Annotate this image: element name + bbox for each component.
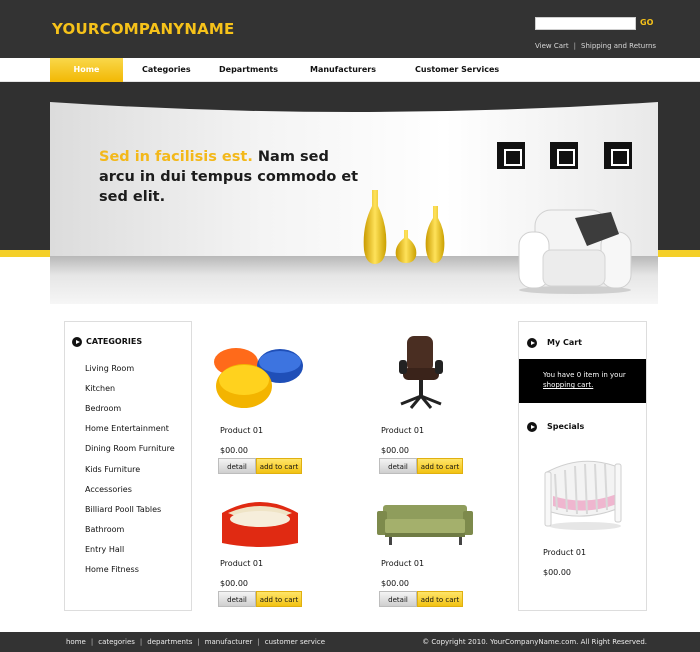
add-to-cart-button[interactable]: add to cart — [256, 591, 302, 607]
top-links: View Cart | Shipping and Returns — [535, 42, 656, 50]
footer: home | categories | departments | manufacturer… — [0, 632, 700, 652]
cart-summary-text: You have 0 item in your — [543, 371, 626, 379]
nav-home[interactable]: Home — [50, 58, 123, 82]
hero-banner: Sed in facilisis est. Nam sed arcu in du… — [50, 96, 658, 304]
my-cart-title: My Cart — [547, 338, 582, 347]
specials-title: Specials — [547, 422, 585, 431]
product-image[interactable] — [218, 497, 302, 551]
bullet-arrow-icon — [72, 337, 82, 347]
categories-panel: CATEGORIES Living Room Kitchen Bedroom H… — [64, 321, 192, 611]
product-name[interactable]: Product 01 — [220, 426, 263, 435]
hero-highlight: Sed in facilisis est. — [99, 149, 253, 165]
category-accessories[interactable]: Accessories — [85, 485, 132, 494]
product-price: $00.00 — [381, 446, 409, 455]
link-separator: | — [573, 42, 576, 50]
hero-heading: Sed in facilisis est. Nam sed arcu in du… — [99, 147, 359, 207]
shopping-cart-link[interactable]: shopping cart. — [543, 380, 646, 390]
sidebar-panel: My Cart You have 0 item in your shopping… — [518, 321, 647, 611]
detail-button[interactable]: detail — [218, 591, 256, 607]
go-button[interactable]: GO — [640, 18, 653, 27]
detail-button[interactable]: detail — [379, 591, 417, 607]
footer-separator: | — [197, 638, 200, 646]
product-price: $00.00 — [220, 446, 248, 455]
company-logo[interactable]: YOURCOMPANYNAME — [52, 20, 234, 38]
product-card: Product 01 $00.00 detail add to cart — [214, 340, 358, 474]
product-card: Product 01 $00.00 detail add to cart — [377, 473, 519, 607]
detail-button[interactable]: detail — [218, 458, 256, 474]
search-input[interactable] — [535, 17, 636, 30]
categories-title: CATEGORIES — [86, 337, 143, 346]
view-cart-link[interactable]: View Cart — [535, 42, 569, 50]
special-product-image[interactable] — [541, 452, 627, 532]
footer-link-home[interactable]: home — [66, 638, 86, 646]
add-to-cart-button[interactable]: add to cart — [417, 591, 463, 607]
product-image[interactable] — [377, 503, 473, 549]
bullet-arrow-icon — [527, 422, 537, 432]
category-kitchen[interactable]: Kitchen — [85, 384, 115, 393]
yellow-vases-image — [363, 190, 445, 264]
product-card: Product 01 $00.00 detail add to cart — [379, 336, 519, 474]
add-to-cart-button[interactable]: add to cart — [417, 458, 463, 474]
category-billiard-pool-tables[interactable]: Billiard Pooll Tables — [85, 505, 161, 514]
special-product-price: $00.00 — [543, 568, 571, 577]
category-home-fitness[interactable]: Home Fitness — [85, 565, 139, 574]
category-dining-room-furniture[interactable]: Dining Room Furniture — [85, 444, 175, 453]
product-price: $00.00 — [220, 579, 248, 588]
special-product-name[interactable]: Product 01 — [543, 548, 586, 557]
nav-departments[interactable]: Departments — [219, 58, 278, 82]
footer-link-categories[interactable]: categories — [98, 638, 135, 646]
product-image[interactable] — [397, 334, 453, 414]
nav-customer-services[interactable]: Customer Services — [415, 58, 499, 82]
wall-frame-icon — [604, 142, 632, 169]
detail-button[interactable]: detail — [379, 458, 417, 474]
footer-link-customer-service[interactable]: customer service — [265, 638, 325, 646]
category-home-entertainment[interactable]: Home Entertainment — [85, 424, 169, 433]
add-to-cart-button[interactable]: add to cart — [256, 458, 302, 474]
product-name[interactable]: Product 01 — [381, 426, 424, 435]
white-armchair-image — [518, 209, 632, 294]
category-bathroom[interactable]: Bathroom — [85, 525, 124, 534]
bullet-arrow-icon — [527, 338, 537, 348]
hero-top-curve — [50, 96, 658, 112]
main-nav: Home Categories Departments Manufacturer… — [0, 58, 700, 82]
category-kids-furniture[interactable]: Kids Furniture — [85, 465, 140, 474]
nav-categories[interactable]: Categories — [142, 58, 191, 82]
shipping-returns-link[interactable]: Shipping and Returns — [581, 42, 656, 50]
wall-frame-icon — [497, 142, 525, 169]
product-price: $00.00 — [381, 579, 409, 588]
wall-frame-icon — [550, 142, 578, 169]
category-entry-hall[interactable]: Entry Hall — [85, 545, 124, 554]
footer-separator: | — [139, 638, 143, 646]
cart-summary: You have 0 item in your shopping cart. — [519, 359, 646, 403]
footer-link-manufacturer[interactable]: manufacturer — [205, 638, 253, 646]
product-image[interactable] — [212, 344, 304, 412]
product-name[interactable]: Product 01 — [220, 559, 263, 568]
category-bedroom[interactable]: Bedroom — [85, 404, 121, 413]
product-name[interactable]: Product 01 — [381, 559, 424, 568]
footer-links: home | categories | departments | manufacturer… — [66, 638, 325, 646]
copyright-text: © Copyright 2010. YourCompanyName.com. A… — [422, 638, 647, 646]
footer-separator: | — [90, 638, 94, 646]
category-living-room[interactable]: Living Room — [85, 364, 134, 373]
footer-link-departments[interactable]: departments — [147, 638, 192, 646]
product-card: Product 01 $00.00 detail add to cart — [218, 473, 358, 607]
nav-manufacturers[interactable]: Manufacturers — [310, 58, 376, 82]
header: YOURCOMPANYNAME GO View Cart | Shipping an… — [0, 0, 700, 58]
footer-separator: | — [257, 638, 260, 646]
